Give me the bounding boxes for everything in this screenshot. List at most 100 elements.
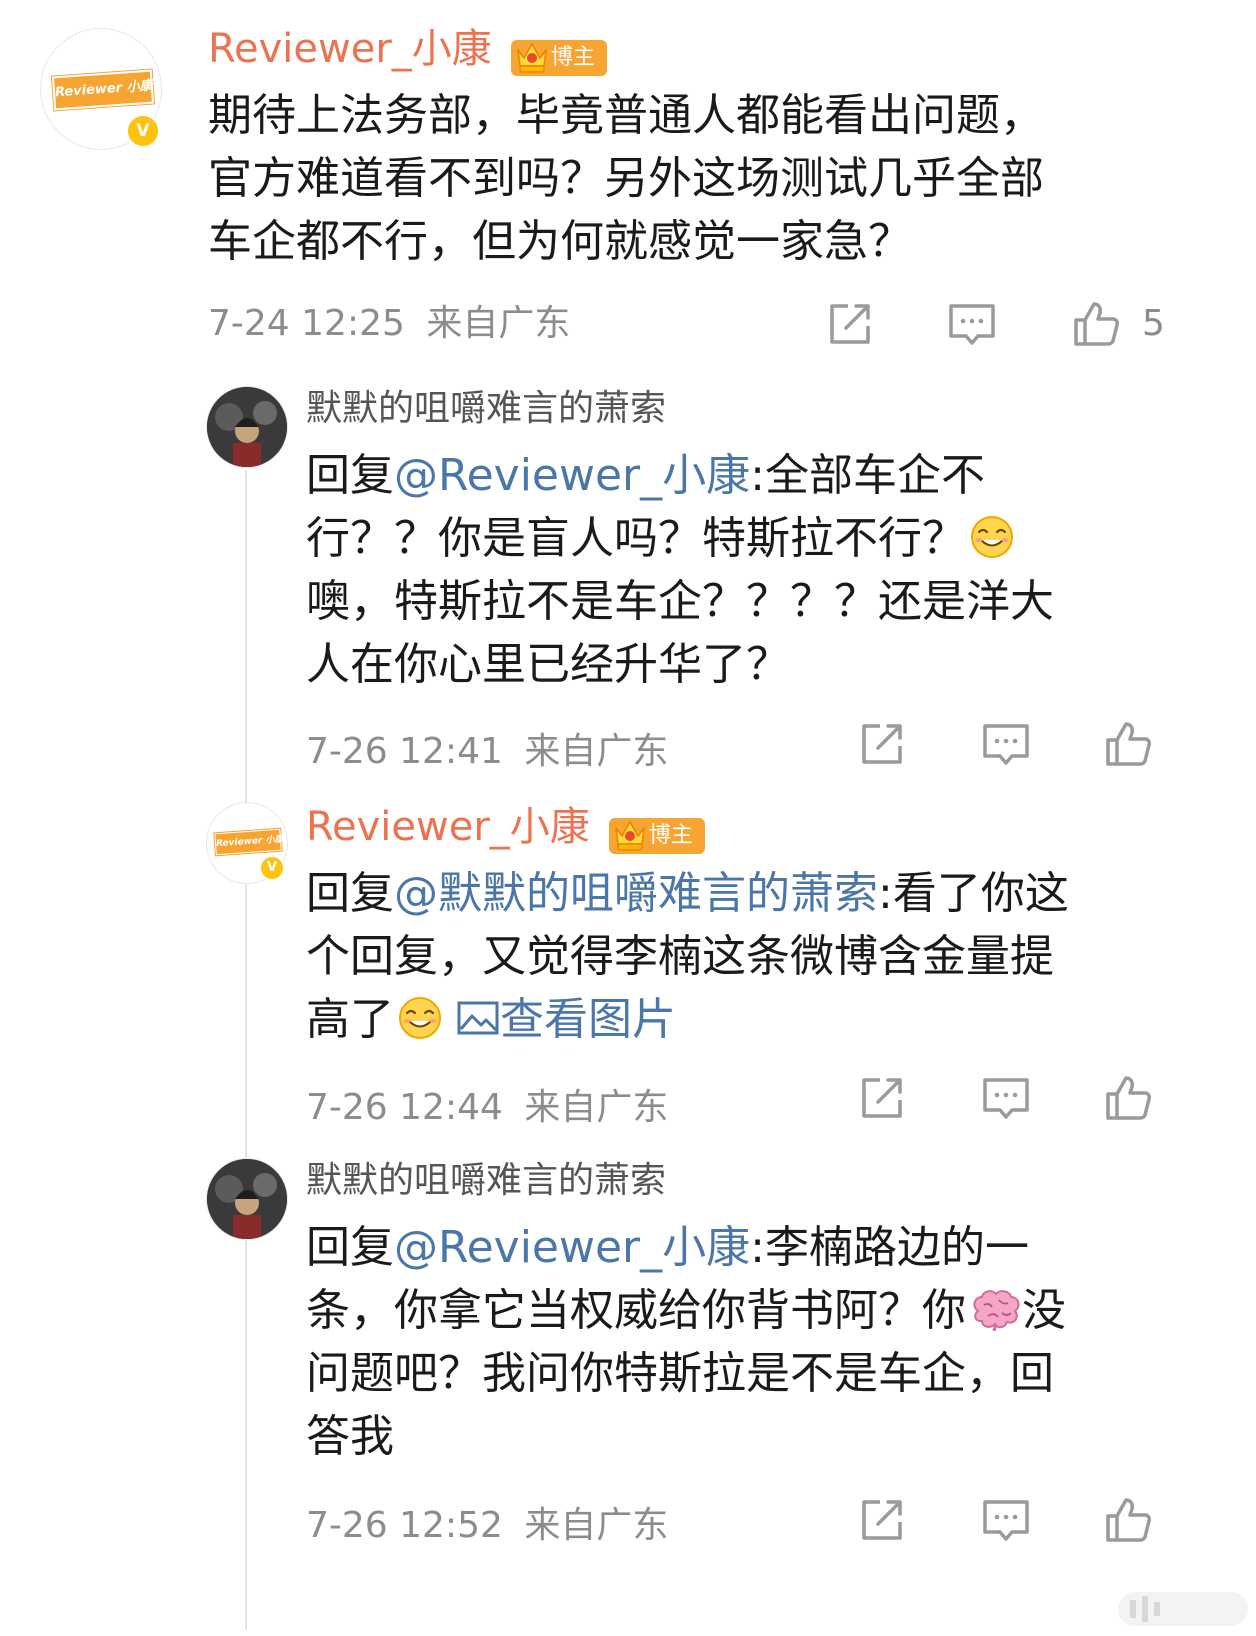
like-icon — [1070, 298, 1122, 350]
smile-emoji — [398, 996, 442, 1040]
reply-location: 来自广东 — [524, 1505, 669, 1546]
comment-line: 车企都不行，但为何就感觉一家急？ — [208, 216, 912, 267]
comment-line: 期待上法务部，毕竟普通人都能看出问题， — [208, 90, 1044, 141]
reply-time: 7-26 12:44 — [306, 1087, 503, 1128]
reply-prefix: 回复 — [306, 868, 394, 919]
comment-location: 来自广东 — [426, 303, 571, 344]
comment-icon — [980, 1072, 1032, 1124]
share-button[interactable] — [856, 718, 908, 770]
mention-link[interactable]: @Reviewer_小康 — [394, 1222, 750, 1273]
like-count: 5 — [1142, 303, 1165, 344]
comment-icon — [980, 718, 1032, 770]
share-icon — [856, 718, 908, 770]
share-button[interactable] — [824, 298, 876, 350]
reply-header: Reviewer_小康 博主 — [306, 802, 705, 854]
reply-line-text: 条，你拿它当权威给你背书阿？你 — [306, 1285, 966, 1336]
author-avatar[interactable]: Reviewer 小康 V — [40, 28, 162, 150]
comment-meta: 7-24 12:25 来自广东 — [208, 302, 570, 346]
reply-meta: 7-26 12:52 来自广东 — [306, 1504, 668, 1548]
avatar-image — [207, 1159, 287, 1239]
avatar-logo: Reviewer 小康 — [51, 69, 155, 111]
reply-line-rest: :看了你这 — [878, 868, 1069, 919]
avatar-logo-text: Reviewer 小康 — [215, 834, 284, 850]
reply-time: 7-26 12:52 — [306, 1505, 503, 1546]
like-button[interactable] — [1102, 1494, 1154, 1546]
author-avatar[interactable]: Reviewer 小康 V — [206, 802, 288, 884]
reply-line: 回复@默默的咀嚼难言的萧索:看了你这 — [306, 862, 1069, 925]
reply-button[interactable] — [980, 1494, 1032, 1546]
reply-button[interactable] — [946, 298, 998, 350]
like-button[interactable] — [1102, 718, 1154, 770]
reply-line-text: 高了 — [306, 994, 394, 1045]
watermark-logo — [1118, 1586, 1248, 1630]
reply-line: 噢，特斯拉不是车企？？？？还是洋大 — [306, 576, 1054, 627]
reply-line-text: 没 — [1022, 1285, 1066, 1336]
mention-link[interactable]: @Reviewer_小康 — [394, 450, 750, 501]
reply-line: 个回复，又觉得李楠这条微博含金量提 — [306, 931, 1054, 982]
share-icon — [856, 1494, 908, 1546]
share-button[interactable] — [856, 1494, 908, 1546]
comment-icon — [946, 298, 998, 350]
reply-line: 条，你拿它当权威给你背书阿？你 没 — [306, 1279, 1066, 1342]
comment-time: 7-24 12:25 — [208, 303, 405, 344]
crown-icon — [515, 36, 549, 76]
blogger-badge: 博主 — [608, 817, 705, 854]
brain-emoji — [970, 1287, 1022, 1331]
author-name[interactable]: Reviewer_小康 — [208, 26, 492, 72]
avatar-logo: Reviewer 小康 — [214, 828, 284, 856]
reply-line: 答我 — [306, 1411, 394, 1462]
reply-line: 问题吧？我问你特斯拉是不是车企，回 — [306, 1348, 1054, 1399]
comment-line: 官方难道看不到吗？另外这场测试几乎全部 — [208, 153, 1044, 204]
comment-icon — [980, 1494, 1032, 1546]
reply-location: 来自广东 — [524, 731, 669, 772]
avatar-image — [207, 387, 287, 467]
reply-prefix: 回复 — [306, 1222, 394, 1273]
reply-line: 回复@Reviewer_小康:全部车企不 — [306, 444, 1054, 507]
reply-text: 回复@默默的咀嚼难言的萧索:看了你这 个回复，又觉得李楠这条微博含金量提 高了 查… — [306, 862, 1069, 1051]
reply-text: 回复@Reviewer_小康:全部车企不 行？？你是盲人吗？特斯拉不行？ 噢，特… — [306, 444, 1054, 696]
reply-line-text: 行？？你是盲人吗？特斯拉不行？ — [306, 513, 966, 564]
reply-line: 高了 查看图片 — [306, 988, 1069, 1051]
reply-line-rest: :李楠路边的一 — [750, 1222, 1029, 1273]
reply-line: 行？？你是盲人吗？特斯拉不行？ — [306, 507, 1054, 570]
blogger-badge: 博主 — [510, 39, 607, 76]
like-icon — [1102, 1494, 1154, 1546]
reply-line: 回复@Reviewer_小康:李楠路边的一 — [306, 1216, 1066, 1279]
verified-icon: V — [125, 113, 161, 149]
replier-name[interactable]: 默默的咀嚼难言的萧索 — [306, 386, 666, 432]
avatar-logo-text: Reviewer 小康 — [54, 78, 154, 101]
replier-avatar[interactable] — [206, 386, 288, 468]
view-image-label: 查看图片 — [500, 994, 676, 1045]
image-icon — [456, 996, 500, 1040]
reply-line: 人在你心里已经升华了？ — [306, 639, 790, 690]
like-icon — [1102, 1072, 1154, 1124]
mention-link[interactable]: @默默的咀嚼难言的萧索 — [394, 868, 878, 919]
comment-header: Reviewer_小康 博主 — [208, 24, 607, 76]
reply-line-rest: :全部车企不 — [750, 450, 985, 501]
reply-text: 回复@Reviewer_小康:李楠路边的一 条，你拿它当权威给你背书阿？你 没 问… — [306, 1216, 1066, 1468]
like-button[interactable] — [1102, 1072, 1154, 1124]
comment-text: 期待上法务部，毕竟普通人都能看出问题， 官方难道看不到吗？另外这场测试几乎全部 … — [208, 84, 1044, 273]
replier-name[interactable]: 默默的咀嚼难言的萧索 — [306, 1158, 666, 1204]
blogger-badge-label: 博主 — [648, 822, 693, 848]
reply-time: 7-26 12:41 — [306, 731, 503, 772]
share-button[interactable] — [856, 1072, 908, 1124]
reply-button[interactable] — [980, 718, 1032, 770]
like-icon — [1102, 718, 1154, 770]
reply-location: 来自广东 — [524, 1087, 669, 1128]
thread-line — [245, 470, 247, 1630]
reply-prefix: 回复 — [306, 450, 394, 501]
replier-avatar[interactable] — [206, 1158, 288, 1240]
like-button[interactable] — [1070, 298, 1122, 350]
verified-icon: V — [259, 855, 285, 881]
reply-meta: 7-26 12:44 来自广东 — [306, 1086, 668, 1130]
share-icon — [856, 1072, 908, 1124]
blogger-badge-label: 博主 — [550, 44, 595, 70]
view-image-link[interactable]: 查看图片 — [456, 994, 676, 1045]
crown-icon — [613, 814, 647, 854]
replier-name[interactable]: Reviewer_小康 — [306, 804, 590, 850]
reply-meta: 7-26 12:41 来自广东 — [306, 730, 668, 774]
smile-emoji — [970, 515, 1014, 559]
share-icon — [824, 298, 876, 350]
reply-button[interactable] — [980, 1072, 1032, 1124]
